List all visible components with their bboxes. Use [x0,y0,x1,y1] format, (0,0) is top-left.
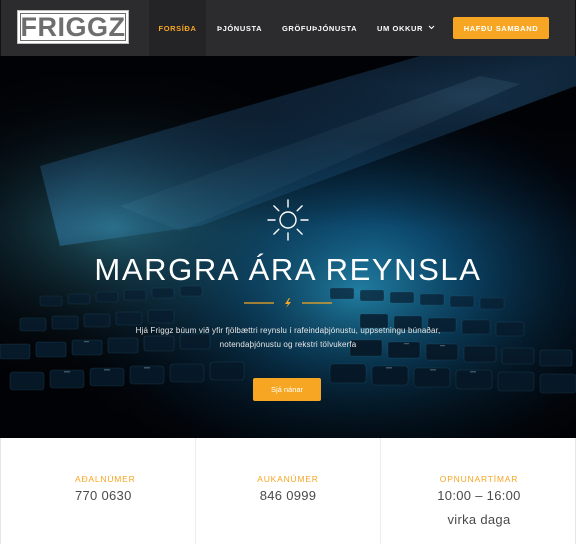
nav-item-grofuthjonusta[interactable]: GRÖFUÞJÓNUSTA [282,0,357,56]
main-number-column: AÐALNÚMER 770 0630 [1,438,195,544]
hero-description: Hjá Friggz búum við yfir fjölbættri reyn… [100,324,476,352]
contact-info-strip: AÐALNÚMER 770 0630 AUKANÚMER 846 0999 OP… [0,438,576,544]
opening-hours-label: OPNUNARTÍMAR [439,474,519,484]
hero-title: MARGRA ÁRA REYNSLA [94,252,482,287]
opening-hours-column: OPNUNARTÍMAR 10:00 – 16:00 virka daga [381,438,576,544]
opening-hours-days: virka daga [447,512,511,527]
lightning-icon [285,298,291,308]
contact-button[interactable]: HAFÐU SAMBAND [453,17,549,39]
hero-section: MARGRA ÁRA REYNSLA Hjá Friggz búum við y… [0,56,576,438]
extra-number-value[interactable]: 846 0999 [196,488,380,503]
main-number-label: AÐALNÚMER [75,474,136,484]
hero-description-line-1: Hjá Friggz búum við yfir fjölbættri reyn… [135,326,441,335]
nav-item-thjonusta[interactable]: ÞJÓNUSTA [217,0,262,56]
site-logo[interactable]: FRIGGZ [17,10,129,44]
nav-item-forsida[interactable]: FORSÍÐA [149,0,206,56]
extra-number-column: AUKANÚMER 846 0999 [195,438,381,544]
site-header: FRIGGZ FORSÍÐA ÞJÓNUSTA GRÖFUÞJÓNUSTA UM… [0,0,576,56]
sun-icon [267,199,309,241]
hero-description-line-2: notendaþjónustu og rekstri tölvukerfa [219,340,357,349]
logo-text: FRIGGZ [20,11,126,42]
extra-number-label: AUKANÚMER [257,474,319,484]
nav-item-um-okkur-label: UM OKKUR [377,23,424,33]
opening-hours-value: 10:00 – 16:00 [437,488,521,503]
hero-divider [244,298,332,308]
nav-item-um-okkur[interactable]: UM OKKUR [377,0,435,56]
main-number-value[interactable]: 770 0630 [75,488,132,503]
chevron-down-icon [428,25,435,32]
read-more-button[interactable]: Sjá nánar [253,378,321,401]
